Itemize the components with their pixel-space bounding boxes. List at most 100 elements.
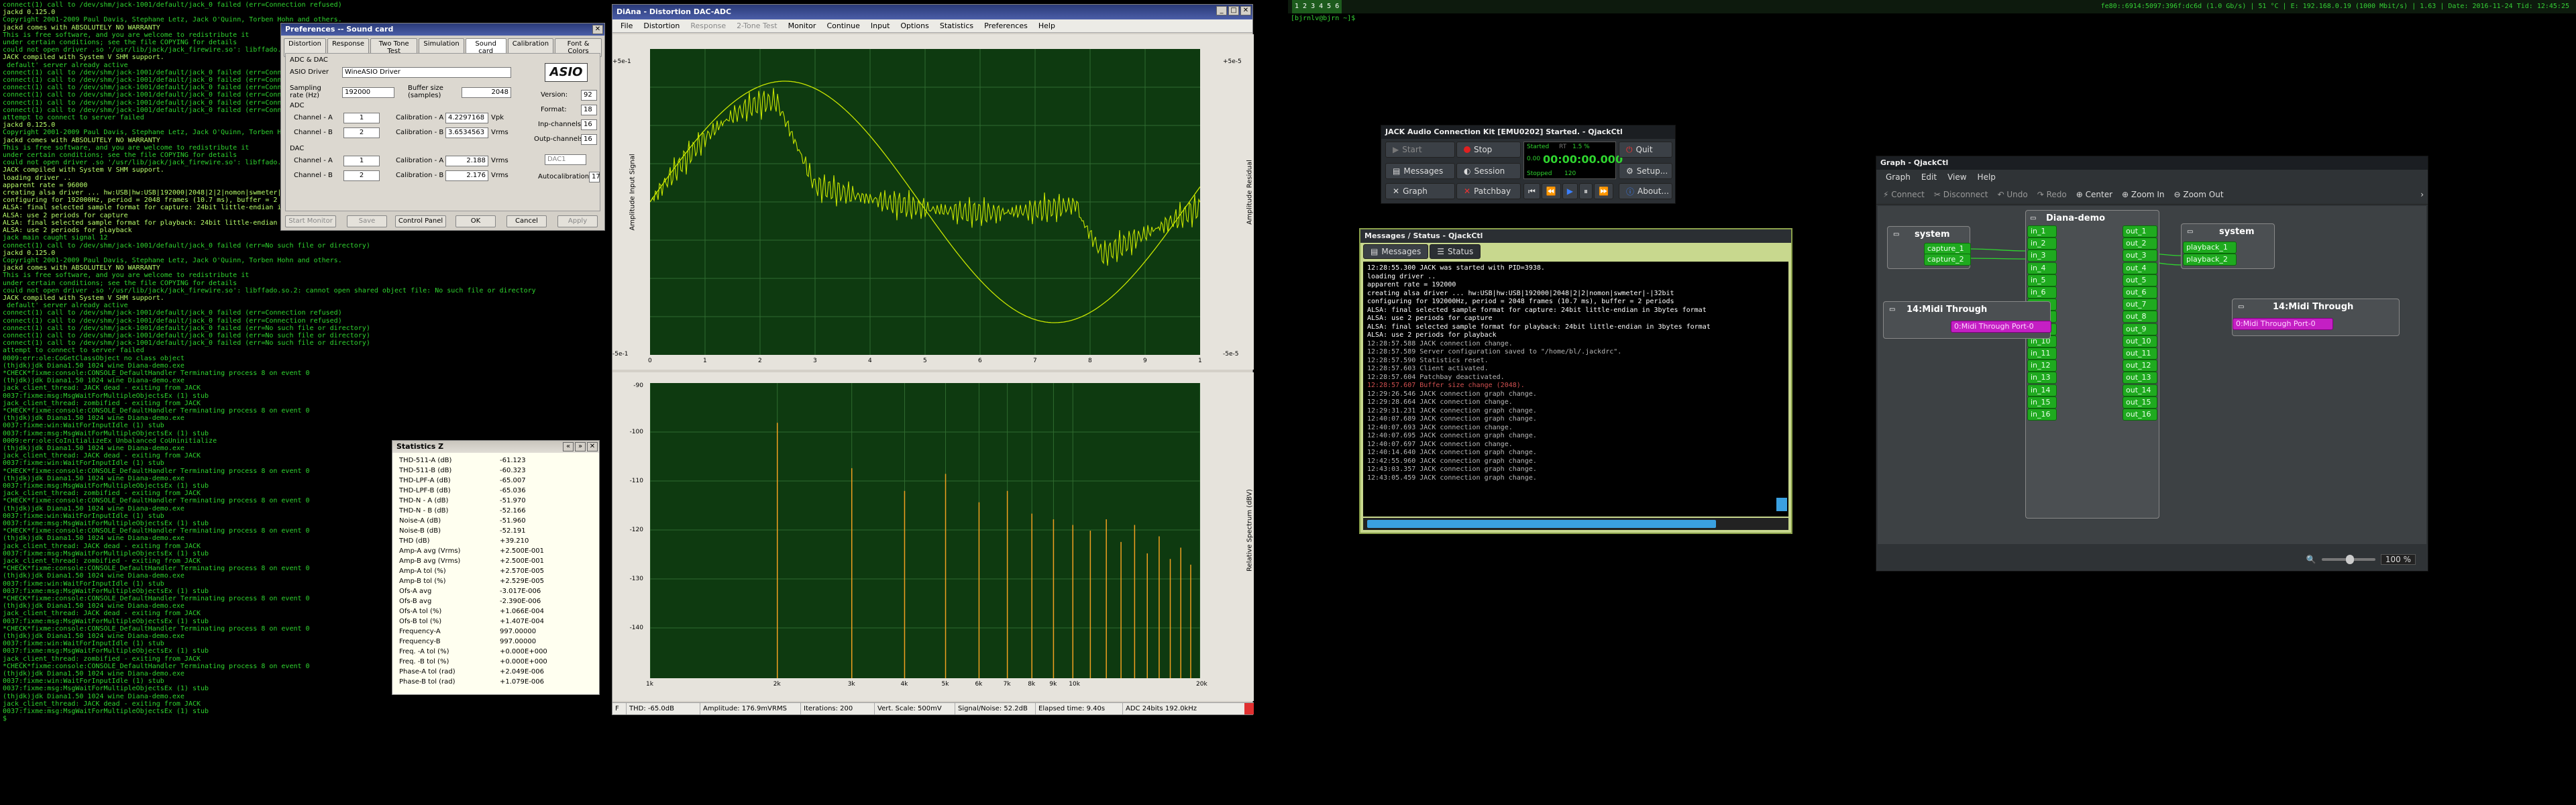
- dac-select[interactable]: DAC1: [545, 154, 586, 165]
- diana-out-port[interactable]: out_2: [2123, 237, 2157, 250]
- diana-in-port[interactable]: in_5: [2027, 274, 2057, 286]
- tab-status[interactable]: ☰ Status: [1430, 244, 1481, 259]
- graph-button[interactable]: ✕ Graph: [1385, 183, 1455, 199]
- messages-titlebar[interactable]: Messages / Status - QjackCtl: [1360, 229, 1791, 243]
- dac-channel-b-field[interactable]: 2: [343, 170, 380, 181]
- messages-button[interactable]: ▤ Messages: [1385, 163, 1455, 179]
- diana-out-port[interactable]: out_1: [2123, 225, 2157, 237]
- about-button[interactable]: ⓘ About...: [1619, 183, 1672, 199]
- menu-file[interactable]: File: [615, 19, 638, 32]
- save-button[interactable]: Save: [347, 215, 387, 227]
- midi-through-node-left[interactable]: ▭ 14:Midi Through 0:Midi Through Port-0: [1883, 301, 2051, 339]
- diana-out-port[interactable]: out_5: [2123, 274, 2157, 286]
- diana-in-port[interactable]: in_3: [2027, 250, 2057, 262]
- statistics-titlebar[interactable]: Statistics Z «» ✕: [392, 441, 599, 453]
- buffer-size-select[interactable]: 2048: [462, 87, 511, 98]
- diana-out-port[interactable]: out_15: [2123, 396, 2157, 409]
- stop-button[interactable]: Stop: [1456, 142, 1521, 158]
- diana-out-port[interactable]: out_12: [2123, 360, 2157, 372]
- diana-out-port[interactable]: out_7: [2123, 299, 2157, 311]
- zoom-slider[interactable]: [2321, 555, 2375, 564]
- menu-response[interactable]: Response: [685, 19, 731, 32]
- rewind-icon[interactable]: ⏮: [1523, 183, 1540, 199]
- diana-demo-node[interactable]: ▭ Diana-demo in_1 in_2 in_3 in_4 in_5 in_6 in_…: [2025, 210, 2159, 519]
- diana-in-port[interactable]: in_4: [2027, 262, 2057, 274]
- menu-monitor[interactable]: Monitor: [783, 19, 822, 32]
- apply-button[interactable]: Apply: [557, 215, 598, 227]
- close-icon[interactable]: ✕: [1240, 6, 1251, 15]
- preferences-titlebar[interactable]: Preferences -- Sound card ✕: [281, 23, 604, 36]
- more-icon[interactable]: ›: [2420, 190, 2424, 199]
- menu-2-tone-test[interactable]: 2-Tone Test: [731, 19, 782, 32]
- midi-right-port[interactable]: 0:Midi Through Port-0: [2233, 318, 2333, 330]
- disconnect-button[interactable]: ✂ Disconnect: [1934, 190, 1988, 199]
- forward-icon[interactable]: ⏩: [1594, 183, 1613, 199]
- midi-left-port[interactable]: 0:Midi Through Port-0: [1951, 321, 2051, 333]
- play-transport-icon[interactable]: ▶: [1562, 183, 1578, 199]
- asio-driver-select[interactable]: WineASIO Driver: [342, 67, 511, 78]
- diana-out-port[interactable]: out_14: [2123, 384, 2157, 396]
- system-capture-node[interactable]: ▭ system capture_1 capture_2: [1887, 226, 1971, 269]
- zoom-slider-handle[interactable]: [2345, 555, 2354, 564]
- tab-messages[interactable]: ▤ Messages: [1363, 244, 1429, 259]
- prev-icon[interactable]: «: [563, 442, 574, 451]
- diana-out-port[interactable]: out_9: [2123, 323, 2157, 335]
- cancel-button[interactable]: Cancel: [506, 215, 547, 227]
- adc-channel-a-field[interactable]: 1: [343, 113, 380, 123]
- adc-cal-b-field[interactable]: 3.6534563: [445, 127, 488, 138]
- messages-log[interactable]: 12:28:55.300 JACK was started with PID=3…: [1363, 262, 1788, 517]
- start-button[interactable]: ▶ Start: [1385, 142, 1455, 158]
- backward-icon[interactable]: ⏪: [1541, 183, 1561, 199]
- diana-in-port[interactable]: in_13: [2027, 372, 2057, 384]
- next-icon[interactable]: »: [575, 442, 586, 451]
- diana-out-port[interactable]: out_3: [2123, 250, 2157, 262]
- close-icon[interactable]: ✕: [587, 442, 598, 451]
- diana-in-port[interactable]: in_15: [2027, 396, 2057, 409]
- diana-in-port[interactable]: in_6: [2027, 286, 2057, 299]
- ok-button[interactable]: OK: [455, 215, 496, 227]
- menu-statistics[interactable]: Statistics: [934, 19, 979, 32]
- diana-titlebar[interactable]: DiAna - Distortion DAC-ADC _ □ ✕: [612, 5, 1252, 19]
- system-playback-node[interactable]: ▭ system playback_1 playback_2: [2181, 223, 2275, 269]
- undo-button[interactable]: ↶ Undo: [1997, 190, 2027, 199]
- session-button[interactable]: ◐ Session: [1456, 163, 1521, 179]
- close-icon[interactable]: ✕: [592, 25, 603, 34]
- center-button[interactable]: ⊕ Center: [2076, 190, 2112, 199]
- menu-edit[interactable]: Edit: [1916, 170, 1942, 184]
- setup-button[interactable]: ⚙ Setup...: [1619, 163, 1672, 179]
- diana-out-port[interactable]: out_4: [2123, 262, 2157, 274]
- capture-port-2[interactable]: capture_2: [1924, 254, 1971, 266]
- qjackctl-titlebar[interactable]: JACK Audio Connection Kit [EMU0202] Star…: [1381, 125, 1675, 139]
- diana-out-port[interactable]: out_10: [2123, 335, 2157, 347]
- scope-plot[interactable]: [650, 49, 1200, 355]
- diana-in-port[interactable]: in_2: [2027, 237, 2057, 250]
- diana-out-port[interactable]: out_13: [2123, 372, 2157, 384]
- messages-hscrollbar[interactable]: [1363, 518, 1788, 530]
- menu-preferences[interactable]: Preferences: [979, 19, 1033, 32]
- patchbay-button[interactable]: ✕ Patchbay: [1456, 183, 1521, 199]
- quit-button[interactable]: ⏻ Quit: [1619, 142, 1672, 158]
- playback-port-1[interactable]: playback_1: [2183, 241, 2237, 254]
- maximize-icon[interactable]: □: [1228, 6, 1239, 15]
- diana-in-port[interactable]: in_14: [2027, 384, 2057, 396]
- diana-in-port[interactable]: in_1: [2027, 225, 2057, 237]
- adc-cal-a-field[interactable]: 4.2297168: [445, 113, 488, 123]
- menu-help[interactable]: Help: [1033, 19, 1061, 32]
- diana-out-port[interactable]: out_6: [2123, 286, 2157, 299]
- minimize-icon[interactable]: _: [1216, 6, 1227, 15]
- diana-in-port[interactable]: in_11: [2027, 347, 2057, 360]
- shell-prompt[interactable]: [bjrnlv@bjrn ~]$: [1291, 15, 1355, 22]
- start-monitor-button[interactable]: Start Monitor: [285, 215, 336, 227]
- playback-port-2[interactable]: playback_2: [2183, 254, 2237, 266]
- dac-cal-a-field[interactable]: 2.188: [445, 156, 488, 166]
- diana-in-port[interactable]: in_16: [2027, 409, 2057, 421]
- menu-view[interactable]: View: [1942, 170, 1972, 184]
- control-panel-button[interactable]: Control Panel: [395, 215, 446, 227]
- dac-channel-a-field[interactable]: 1: [343, 156, 380, 166]
- graph-titlebar[interactable]: Graph - QjackCtl: [1876, 156, 2428, 170]
- menu-input[interactable]: Input: [865, 19, 895, 32]
- workspace-list[interactable]: 1 2 3 4 5 6: [1292, 0, 1342, 13]
- menu-graph[interactable]: Graph: [1880, 170, 1916, 184]
- pause-icon[interactable]: ⏸: [1579, 183, 1593, 199]
- menu-continue[interactable]: Continue: [821, 19, 865, 32]
